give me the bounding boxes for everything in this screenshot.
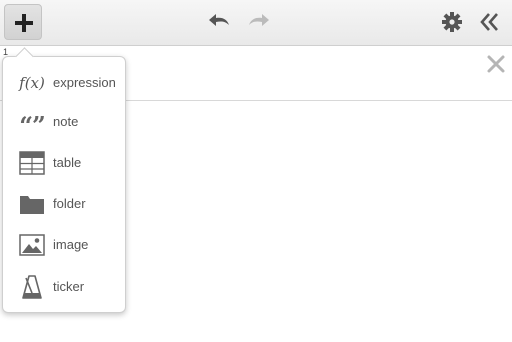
gear-icon[interactable] bbox=[441, 11, 463, 33]
table-icon bbox=[17, 151, 47, 175]
quote-icon: “” bbox=[19, 111, 46, 140]
add-item-menu: f(x) expression “” note table folder ima… bbox=[2, 47, 126, 313]
metronome-icon bbox=[17, 275, 47, 299]
plus-icon bbox=[15, 14, 33, 32]
folder-icon bbox=[17, 192, 47, 216]
menu-item-note[interactable]: “” note bbox=[3, 104, 125, 140]
menu-item-label: table bbox=[53, 155, 82, 170]
redo-icon[interactable] bbox=[246, 10, 272, 32]
menu-item-label: folder bbox=[53, 196, 86, 211]
image-icon bbox=[17, 233, 47, 257]
menu-item-image[interactable]: image bbox=[3, 227, 125, 263]
menu-item-label: image bbox=[53, 237, 89, 252]
menu-item-label: note bbox=[53, 114, 79, 129]
menu-item-table[interactable]: table bbox=[3, 145, 125, 181]
menu-item-expression[interactable]: f(x) expression bbox=[3, 65, 125, 101]
add-item-button[interactable] bbox=[4, 4, 42, 40]
function-icon: f(x) bbox=[19, 74, 45, 92]
menu-item-folder[interactable]: folder bbox=[3, 186, 125, 222]
close-icon[interactable] bbox=[486, 54, 506, 74]
undo-icon[interactable] bbox=[206, 10, 232, 32]
menu-item-ticker[interactable]: ticker bbox=[3, 269, 125, 305]
menu-item-label: expression bbox=[53, 75, 116, 90]
double-chevron-left-icon[interactable] bbox=[478, 10, 502, 34]
graphing-app: 1 f(x) expression “” note table folder i… bbox=[0, 0, 512, 342]
menu-item-label: ticker bbox=[53, 279, 85, 294]
top-toolbar bbox=[0, 0, 512, 46]
